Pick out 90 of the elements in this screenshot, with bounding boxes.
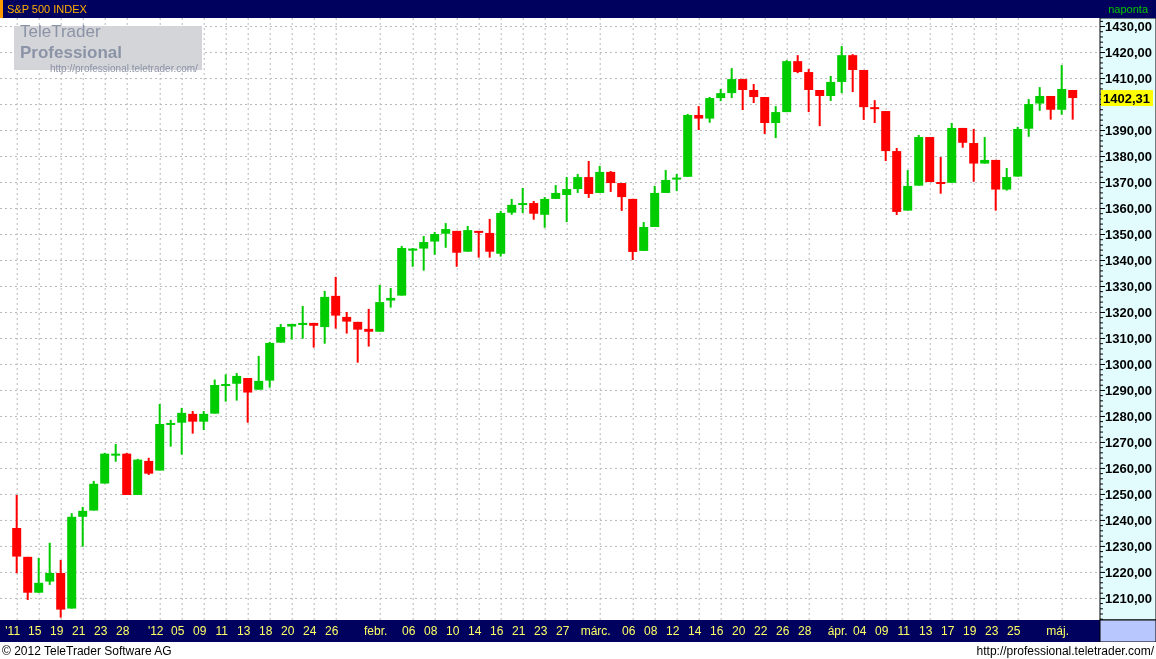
- date-axis-label: 20: [281, 624, 295, 638]
- date-axis-label: 26: [776, 624, 790, 638]
- price-axis-label: 1220,00: [1105, 564, 1152, 580]
- date-axis-label: 19: [963, 624, 977, 638]
- date-axis-label: ápr.: [827, 624, 848, 638]
- candlestick: [914, 134, 924, 186]
- date-axis-label: 09: [875, 624, 889, 638]
- price-axis-label: 1370,00: [1105, 175, 1152, 190]
- candlestick: [364, 308, 374, 347]
- logo-url: http://professional.teletrader.com/: [49, 63, 196, 76]
- date-axis-label: 21: [512, 624, 526, 638]
- date-axis-label: 09: [193, 624, 207, 638]
- date-axis-label: febr.: [364, 624, 388, 638]
- price-axis-label: 1290,00: [1105, 382, 1152, 398]
- date-axis-label: 16: [490, 624, 504, 638]
- price-axis-label: 1360,00: [1105, 201, 1152, 216]
- price-axis-label: 1420,00: [1105, 45, 1152, 61]
- date-axis-label: 13: [237, 624, 251, 638]
- candlestick: [45, 542, 55, 585]
- date-axis-label: 12: [666, 624, 680, 638]
- price-axis-label: 1430,00: [1105, 19, 1152, 35]
- date-axis-label: 18: [259, 624, 273, 638]
- date-axis-label: 23: [985, 624, 999, 638]
- date-axis-label: 04: [853, 624, 867, 638]
- date-axis-label: 15: [28, 624, 42, 638]
- price-axis-label: 1260,00: [1105, 460, 1152, 476]
- date-axis-label: 05: [171, 624, 185, 638]
- date-axis-label: 06: [402, 624, 416, 638]
- date-axis-label: 23: [534, 624, 548, 638]
- date-axis-label: 28: [116, 624, 130, 638]
- price-axis-label: 1230,00: [1105, 538, 1152, 554]
- candlestick: [606, 171, 616, 192]
- date-axis-label: '12: [147, 624, 164, 638]
- date-axis-label: 23: [94, 624, 108, 638]
- price-axis-label: 1390,00: [1105, 123, 1152, 139]
- candlestick: [595, 165, 605, 193]
- price-axis-label: 1250,00: [1105, 486, 1152, 502]
- date-axis-label: 08: [424, 624, 438, 638]
- date-axis-label: 08: [644, 624, 658, 638]
- date-axis-label: 26: [325, 624, 339, 638]
- price-axis-label: 1240,00: [1105, 512, 1152, 528]
- date-axis-label: 21: [72, 624, 86, 638]
- price-axis-label: 1300,00: [1105, 356, 1152, 372]
- price-axis-label: 1210,00: [1105, 590, 1152, 606]
- date-axis-label: 11: [215, 624, 228, 638]
- interval-label: naponta: [1108, 3, 1148, 15]
- current-price-marker: 1402,31: [1101, 90, 1153, 107]
- candlestick: [474, 230, 484, 258]
- date-axis-label: 16: [710, 624, 724, 638]
- price-axis-label: 1280,00: [1105, 408, 1152, 424]
- logo-name: TeleTrader Professional: [20, 20, 124, 63]
- candlestick: [485, 218, 495, 258]
- date-axis-label: 13: [919, 624, 933, 638]
- date-axis-label: 19: [50, 624, 64, 638]
- price-axis-label: 1350,00: [1105, 227, 1152, 242]
- axis-corner-box: [1099, 619, 1156, 642]
- candlestick: [848, 54, 858, 93]
- price-axis-label: 1270,00: [1105, 434, 1152, 450]
- candlestick: [815, 90, 825, 127]
- date-axis-label: máj.: [1046, 624, 1070, 638]
- candlestick: [34, 557, 44, 593]
- date-axis-label: 06: [622, 624, 636, 638]
- candlestick: [254, 355, 264, 390]
- price-axis-label: 1320,00: [1105, 305, 1152, 320]
- date-axis-label: 10: [446, 624, 460, 638]
- candlestick: [463, 225, 473, 252]
- candlestick: [221, 374, 231, 402]
- chart-title: S&P 500 INDEX: [7, 3, 87, 15]
- date-axis-label: '11: [5, 624, 21, 638]
- copyright-text: © 2012 TeleTrader Software AG: [2, 644, 172, 657]
- date-axis-label: márc.: [580, 624, 611, 638]
- date-axis-label: 20: [732, 624, 746, 638]
- price-axis-label: 1310,00: [1105, 330, 1152, 346]
- date-axis-label: 14: [468, 624, 482, 638]
- date-axis-label: 25: [1007, 624, 1021, 638]
- date-axis-label: 22: [754, 624, 768, 638]
- candlestick: [89, 480, 99, 511]
- price-axis-label: 1330,00: [1105, 279, 1152, 294]
- date-axis-label: 27: [556, 624, 570, 638]
- header-marker: [0, 0, 3, 18]
- date-axis-label: 17: [941, 624, 955, 638]
- website-link[interactable]: http://professional.teletrader.com/: [976, 644, 1154, 657]
- date-axis-label: 24: [303, 624, 317, 638]
- price-axis-label: 1340,00: [1105, 253, 1152, 268]
- price-axis-label: 1410,00: [1105, 71, 1152, 87]
- date-axis-label: 28: [798, 624, 812, 638]
- date-axis-label: 14: [688, 624, 702, 638]
- price-axis-label: 1380,00: [1105, 149, 1152, 164]
- date-axis-label: 11: [897, 624, 910, 638]
- candlestick: [925, 137, 935, 182]
